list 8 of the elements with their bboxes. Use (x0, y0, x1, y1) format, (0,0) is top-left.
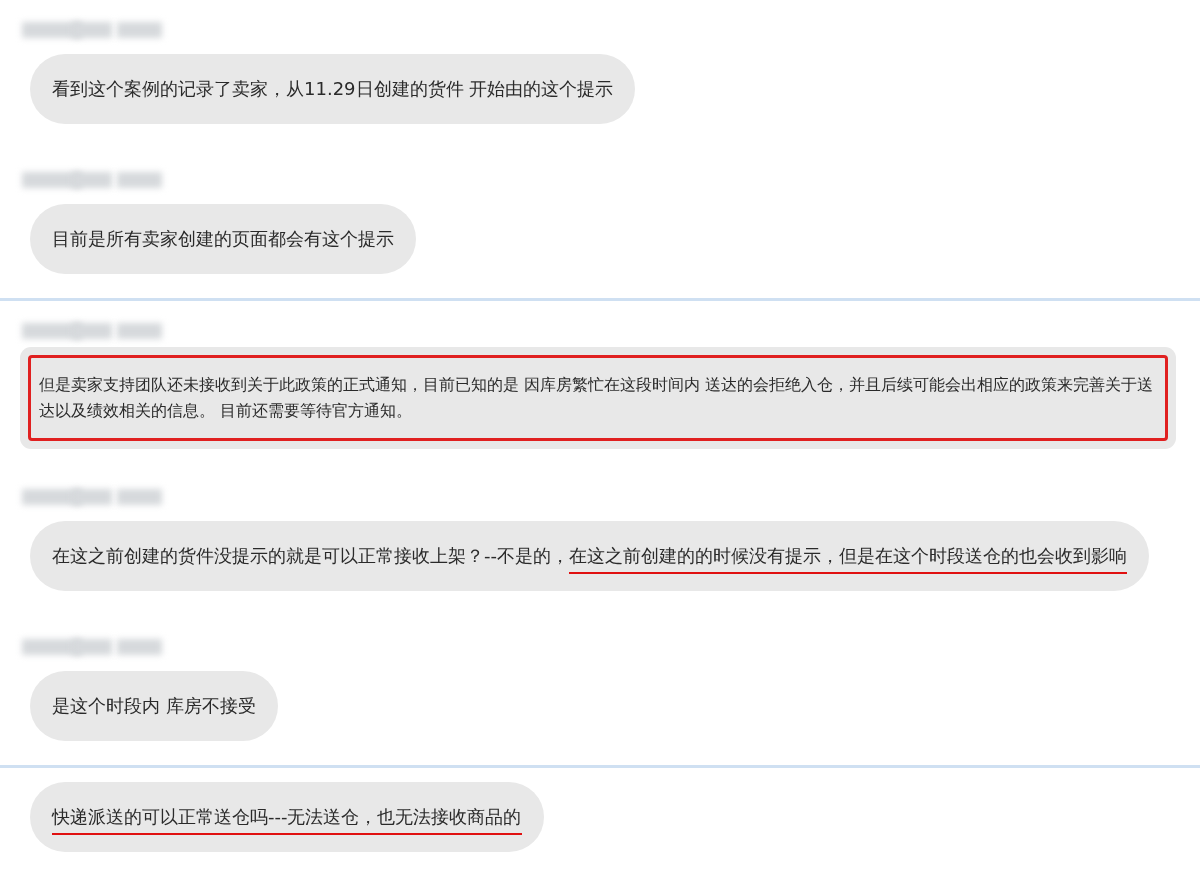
message-text: 看到这个案例的记录了卖家，从11.29日创建的货件 开始由的这个提示 (52, 78, 614, 99)
message-text: 在这之前创建的的时候没有提示，但是在这个时段送仓的也 (569, 545, 1037, 574)
message-text: 目前是所有卖家创建的页面都会有这个提示 (52, 228, 394, 249)
message-text: 是这个时段内 库房不接受 (52, 695, 256, 716)
message-text: 会收到影响 (1037, 545, 1127, 574)
message-text: 但是卖家支持团队还未接收到关于此政策的正式通知，目前已知的是 因库房繁忙在这段时间内 送达的会拒绝入仓，并且后续可能会出相应的政策来完善关于送达以及绩效相关的信息。 目前还需要等待官方通知。 (39, 376, 1153, 420)
message-text: 在这之前创建的货件没提示的就是可以正常接收上架？--不是的， (52, 545, 569, 566)
message-text: 快递派送的可以正常送仓吗---无法送仓，也无法接收商品的 (52, 806, 522, 835)
